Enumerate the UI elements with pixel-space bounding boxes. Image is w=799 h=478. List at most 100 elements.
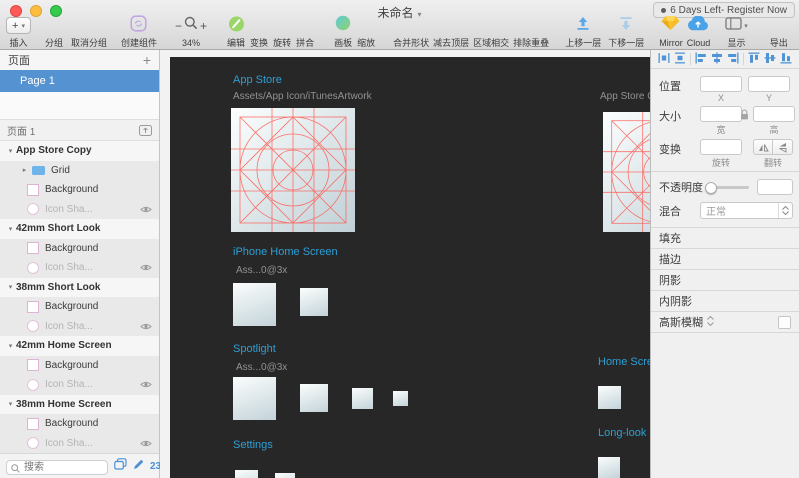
- flatten-tool[interactable]: 拼合: [296, 15, 314, 48]
- blend-mode-dropdown[interactable]: 正常: [700, 202, 793, 219]
- x-input[interactable]: [700, 76, 742, 92]
- scale-tool[interactable]: 缩放: [357, 15, 375, 48]
- distribute-horizontally-icon[interactable]: [658, 52, 670, 67]
- artboard-title-long-look[interactable]: Long-look not: [598, 427, 650, 439]
- align-center-horizontal-icon[interactable]: [711, 52, 723, 67]
- view-tool[interactable]: ▾ 显示: [725, 15, 748, 48]
- artboard-title-spotlight[interactable]: Spotlight: [233, 343, 276, 355]
- bring-forward-tool[interactable]: 上移一层: [565, 15, 601, 48]
- icon-placeholder-square[interactable]: [233, 283, 276, 326]
- y-input[interactable]: [748, 76, 790, 92]
- ungroup-tool[interactable]: 取消分组: [71, 15, 107, 48]
- layer-row-artboard[interactable]: ▾ 42mm Home Screen: [0, 336, 159, 356]
- artboard-title-home-screen[interactable]: Home Screen: [598, 356, 650, 368]
- transform-tool[interactable]: 变换: [250, 15, 268, 48]
- layer-row-hidden[interactable]: Icon Sha...: [0, 433, 159, 453]
- gaussian-blur-section-header[interactable]: 高斯模糊: [651, 311, 799, 332]
- send-backward-tool[interactable]: 下移一层: [608, 15, 644, 48]
- distribute-vertically-icon[interactable]: [674, 52, 686, 67]
- flip-horizontal-button[interactable]: [753, 139, 773, 155]
- icon-placeholder-square[interactable]: [393, 391, 408, 406]
- artboard-title-app-store[interactable]: App Store: [233, 74, 282, 86]
- group-tool[interactable]: 分组: [45, 15, 63, 48]
- zoom-tool[interactable]: − + 34%: [175, 15, 207, 48]
- disclosure-closed-icon[interactable]: ▸: [19, 166, 30, 174]
- shadow-section-header[interactable]: 阴影: [651, 269, 799, 290]
- icon-placeholder-square[interactable]: [300, 384, 328, 412]
- layer-row[interactable]: Background: [0, 180, 159, 200]
- difference-tool[interactable]: 排除重叠: [513, 15, 549, 48]
- cloud-tool[interactable]: Cloud: [687, 14, 710, 48]
- lock-proportions-icon[interactable]: [740, 109, 749, 123]
- disclosure-open-icon[interactable]: ▾: [5, 400, 16, 408]
- layer-row[interactable]: Background: [0, 297, 159, 317]
- layer-row-hidden[interactable]: Icon Sha...: [0, 375, 159, 395]
- canvas-page-background[interactable]: App Store Assets/App Icon/iTunesArtwork …: [170, 57, 650, 478]
- icon-placeholder-square[interactable]: [233, 377, 276, 420]
- eye-icon[interactable]: [140, 439, 152, 448]
- layer-row-hidden[interactable]: Icon Sha...: [0, 258, 159, 278]
- width-input[interactable]: [700, 106, 742, 122]
- disclosure-open-icon[interactable]: ▾: [5, 342, 16, 350]
- border-section-header[interactable]: 描边: [651, 248, 799, 269]
- artboard-title-settings[interactable]: Settings: [233, 439, 273, 451]
- flip-vertical-button[interactable]: [773, 139, 793, 155]
- page-item-page-1[interactable]: Page 1: [0, 70, 159, 92]
- create-symbol-tool[interactable]: 创建组件: [121, 14, 157, 48]
- zoom-out-button[interactable]: −: [175, 19, 182, 33]
- artboard-tool[interactable]: 画板: [334, 15, 352, 48]
- notes-pencil-icon[interactable]: [133, 457, 144, 475]
- layer-label-app-store-copy[interactable]: App Store Co: [600, 91, 650, 102]
- blur-enabled-checkbox[interactable]: [778, 315, 791, 329]
- align-right-icon[interactable]: [727, 52, 739, 67]
- collapse-pages-icon[interactable]: [139, 124, 152, 136]
- align-bottom-icon[interactable]: [780, 52, 792, 67]
- align-left-icon[interactable]: [695, 52, 707, 67]
- icon-placeholder-square[interactable]: [352, 388, 373, 409]
- icon-placeholder-square[interactable]: [598, 386, 621, 409]
- artboard-title-iphone-home-screen[interactable]: iPhone Home Screen: [233, 246, 338, 258]
- layer-label-itunes-artwork[interactable]: Assets/App Icon/iTunesArtwork: [233, 91, 372, 102]
- search-input[interactable]: [6, 460, 108, 475]
- opacity-input[interactable]: [757, 179, 793, 195]
- eye-icon[interactable]: [140, 263, 152, 272]
- blur-type-stepper-icon[interactable]: [707, 315, 714, 329]
- disclosure-open-icon[interactable]: ▾: [5, 147, 16, 155]
- layer-row[interactable]: Background: [0, 414, 159, 434]
- icon-placeholder-square[interactable]: [275, 473, 295, 478]
- pages-overview-icon[interactable]: [114, 457, 127, 475]
- edit-tool[interactable]: 编辑: [227, 15, 245, 48]
- union-tool[interactable]: 合并形状: [393, 15, 429, 48]
- subtract-tool[interactable]: 减去顶层: [433, 15, 469, 48]
- canvas[interactable]: App Store Assets/App Icon/iTunesArtwork …: [160, 50, 650, 478]
- fill-section-header[interactable]: 填充: [651, 227, 799, 248]
- opacity-slider[interactable]: [705, 181, 749, 194]
- height-input[interactable]: [753, 106, 795, 122]
- icon-grid-artwork-copy[interactable]: [603, 112, 650, 232]
- mirror-tool[interactable]: Mirror: [659, 15, 683, 48]
- opacity-slider-knob[interactable]: [705, 181, 717, 194]
- current-page-bar[interactable]: 页面 1: [0, 119, 159, 141]
- layer-label-asset-3x[interactable]: Ass...0@3x: [236, 362, 287, 373]
- layer-row-artboard[interactable]: ▾ 38mm Home Screen: [0, 395, 159, 415]
- inner-shadow-section-header[interactable]: 内阴影: [651, 290, 799, 311]
- rotation-input[interactable]: [700, 139, 742, 155]
- layer-row-artboard[interactable]: ▾ 38mm Short Look: [0, 278, 159, 298]
- icon-placeholder-square[interactable]: [235, 470, 258, 478]
- disclosure-open-icon[interactable]: ▾: [5, 283, 16, 291]
- layer-row[interactable]: Background: [0, 355, 159, 375]
- eye-icon[interactable]: [140, 380, 152, 389]
- layer-row-hidden[interactable]: Icon Sha...: [0, 316, 159, 336]
- icon-placeholder-square[interactable]: [598, 457, 620, 478]
- layer-row-hidden[interactable]: Icon Sha...: [0, 199, 159, 219]
- icon-grid-artwork[interactable]: [231, 108, 355, 232]
- layer-row-group[interactable]: ▸ Grid: [0, 160, 159, 180]
- align-top-icon[interactable]: [748, 52, 760, 67]
- eye-icon[interactable]: [140, 322, 152, 331]
- layer-row-artboard[interactable]: ▾ App Store Copy: [0, 141, 159, 161]
- rotate-tool[interactable]: 旋转: [273, 15, 291, 48]
- layer-row-artboard[interactable]: ▾ 42mm Short Look: [0, 219, 159, 239]
- intersect-tool[interactable]: 区域相交: [473, 15, 509, 48]
- export-tool[interactable]: 导出: [770, 15, 788, 48]
- insert-tool[interactable]: + ▾ 插入: [6, 15, 31, 48]
